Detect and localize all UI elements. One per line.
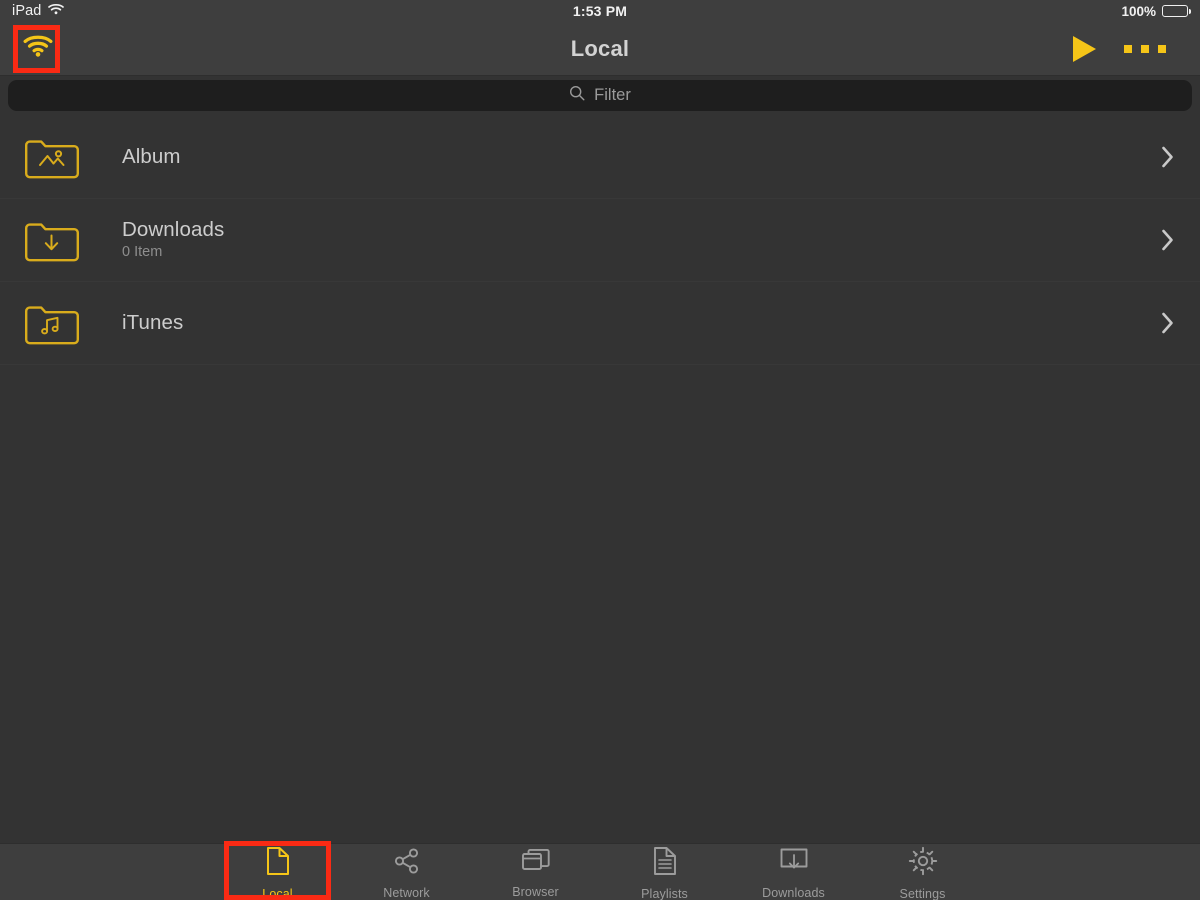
page-title: Local — [570, 35, 630, 61]
wifi-icon — [23, 34, 53, 63]
tab-network[interactable]: Network — [342, 844, 471, 900]
folder-download-icon — [24, 218, 80, 262]
list-item-text: iTunes — [122, 310, 184, 335]
chevron-right-icon — [1158, 142, 1176, 172]
folder-photos-icon — [24, 135, 80, 179]
status-device-label: iPad — [12, 3, 42, 19]
list-item-title: Downloads — [122, 218, 225, 242]
list-item-title: Album — [122, 144, 181, 168]
list-item-text: Album — [122, 144, 181, 169]
download-box-icon — [779, 847, 809, 880]
tab-label: Browser — [512, 885, 559, 899]
status-time: 1:53 PM — [572, 3, 628, 19]
list-item[interactable]: Album — [0, 116, 1200, 199]
more-horizontal-icon[interactable] — [1124, 44, 1166, 53]
list-item-subtitle: 0 Item — [122, 243, 163, 260]
status-bar-right: 100% — [1121, 3, 1192, 19]
tab-settings[interactable]: Settings — [858, 844, 987, 900]
filter-bar: Filter — [0, 76, 1200, 116]
search-input[interactable]: Filter — [8, 80, 1192, 111]
tab-label: Local — [262, 887, 293, 900]
search-placeholder: Filter — [594, 86, 631, 104]
battery-full-icon — [1162, 5, 1192, 17]
list-item-title: iTunes — [122, 310, 184, 334]
status-bar: iPad 1:53 PM 100% — [0, 0, 1200, 22]
windows-icon — [521, 848, 551, 879]
tab-downloads[interactable]: Downloads — [729, 844, 858, 900]
app-screen: iPad 1:53 PM 100% Local Filter Album Dow… — [0, 0, 1200, 900]
navigation-bar-actions — [1073, 35, 1200, 62]
tab-label: Playlists — [641, 887, 688, 900]
wifi-icon — [48, 2, 65, 20]
document-icon — [265, 846, 291, 881]
tab-bar: Local Network Browser Playlists Download… — [0, 843, 1200, 900]
list-item[interactable]: iTunes — [0, 282, 1200, 365]
navigation-bar: Local — [0, 22, 1200, 76]
chevron-right-icon — [1158, 308, 1176, 338]
tab-label: Network — [383, 886, 430, 900]
nav-wifi-button[interactable] — [21, 34, 55, 64]
playlist-icon — [652, 846, 678, 881]
chevron-right-icon — [1158, 225, 1176, 255]
status-bar-left: iPad — [12, 2, 65, 20]
tab-label: Downloads — [762, 886, 825, 900]
tab-browser[interactable]: Browser — [471, 844, 600, 900]
gear-icon — [908, 846, 938, 881]
battery-percent-label: 100% — [1121, 3, 1156, 19]
tab-label: Settings — [899, 887, 946, 900]
search-icon — [569, 85, 585, 106]
tab-playlists[interactable]: Playlists — [600, 844, 729, 900]
play-icon[interactable] — [1073, 35, 1096, 62]
folder-list: Album Downloads 0 Item iTunes — [0, 116, 1200, 843]
list-item-text: Downloads 0 Item — [122, 219, 224, 260]
tab-local[interactable]: Local — [213, 844, 342, 900]
list-item[interactable]: Downloads 0 Item — [0, 199, 1200, 282]
folder-music-icon — [24, 301, 80, 345]
share-icon — [393, 847, 421, 880]
